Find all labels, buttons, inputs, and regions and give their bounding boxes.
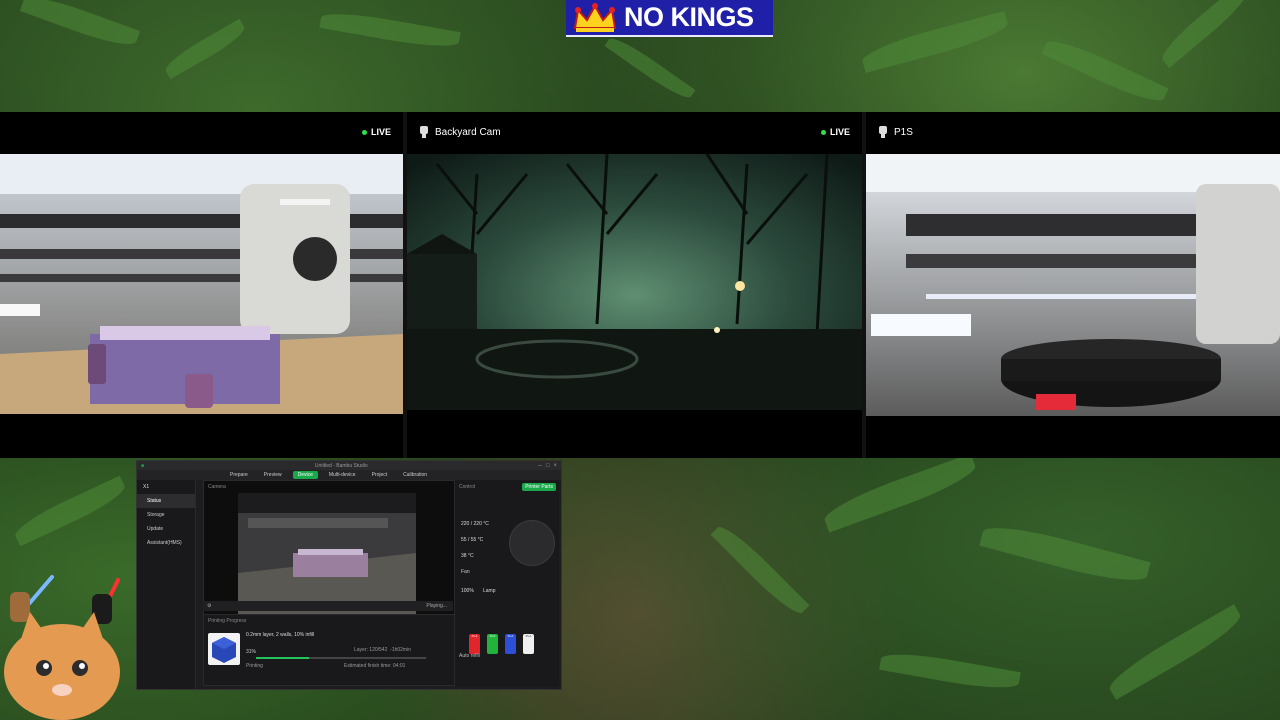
camera-panel-printer-left[interactable]: LIVE [0,112,403,458]
camera-header: P1S [866,112,1280,152]
device-selector[interactable]: X1 [137,480,195,494]
nozzle-temp[interactable]: 220 / 220 °C [461,521,489,527]
tab-prepare[interactable]: Prepare [225,471,253,479]
job-description: 0.2mm layer, 2 walls, 10% infill [246,632,315,638]
playback-status: Playing... [426,603,447,609]
control-panel: Control Printer Parts 220 / 220 °C 55 / … [454,480,559,687]
playback-bar: ⚙ Playing... [203,601,453,611]
camera-feed-printer [0,154,403,414]
ams-spool-3[interactable]: PLA [505,634,516,654]
tab-preview[interactable]: Preview [259,471,287,479]
fan-label: Fan [461,569,470,575]
ams-spool-2[interactable]: PLA [487,634,498,654]
sidebar-item-status[interactable]: Status [137,494,195,508]
progress-percent: 31% [246,649,257,655]
progress-title: Printing Progress [208,618,247,624]
model-thumbnail [208,633,240,665]
tab-project[interactable]: Project [367,471,393,479]
ams-spool-1[interactable]: PLA [469,634,480,654]
camera-header: LIVE [0,112,403,152]
camera-icon [879,126,887,138]
axis-jog-control[interactable] [509,520,555,566]
close-icon[interactable]: × [553,463,557,469]
live-indicator: LIVE [820,127,850,137]
camera-label: Camera [208,484,226,490]
printer-parts-button[interactable]: Printer Parts [522,483,556,491]
window-titlebar: ■ Untitled - Bambu Studio – □ × [137,461,561,470]
app-logo-icon: ■ [141,462,145,469]
bambu-studio-window: ■ Untitled - Bambu Studio – □ × Prepare … [136,460,562,690]
camera-header: Backyard Cam LIVE [407,112,862,152]
live-indicator: LIVE [361,127,391,137]
camera-strip: LIVE Backyard Cam LIVE P1S [0,112,1280,458]
chamber-temp: 38 °C [461,553,474,559]
sidebar-item-assistant[interactable]: Assistant(HMS) [137,536,195,550]
crown-icon [573,2,617,32]
camera-icon [420,126,428,138]
tab-calibration[interactable]: Calibration [398,471,432,479]
progress-bar-fill [256,657,309,659]
top-tab-bar: Prepare Preview Device Multi-device Proj… [137,470,561,480]
camera-name: P1S [894,126,913,138]
camera-feed-p1s [866,154,1280,416]
maximize-icon[interactable]: □ [546,463,550,469]
auto-refill-label[interactable]: Auto refill [459,653,480,659]
lamp-toggle[interactable]: Lamp [483,588,496,594]
camera-settings-icon[interactable]: ⚙ [207,603,211,609]
layer-counter: Layer: 120/542 -1h02min [354,647,411,653]
tab-device[interactable]: Device [292,471,318,479]
no-kings-banner: NO KINGS [566,0,773,37]
sidebar-item-update[interactable]: Update [137,522,195,536]
sidebar-item-storage[interactable]: Storage [137,508,195,522]
camera-name: Backyard Cam [435,126,501,138]
bed-temp[interactable]: 55 / 55 °C [461,537,483,543]
device-sidebar: X1 Status Storage Update Assistant(HMS) [137,480,196,689]
camera-feed-backyard [407,154,862,410]
live-dot-icon [820,129,826,135]
studio-camera-feed [238,493,416,615]
control-title: Control [459,484,476,490]
window-title: Untitled - Bambu Studio [314,462,368,469]
live-dot-icon [361,129,367,135]
progress-bar [256,657,426,659]
tab-multi-device[interactable]: Multi-device [324,471,361,479]
camera-panel-p1s[interactable]: P1S [866,112,1280,458]
printing-progress-panel: Printing Progress 0.2mm layer, 2 walls, … [203,614,455,686]
cat-overlay-image [4,575,120,720]
fan-speed[interactable]: 100% [461,588,474,594]
camera-panel-backyard[interactable]: Backyard Cam LIVE [407,112,862,458]
minimize-icon[interactable]: – [539,463,542,469]
banner-text: NO KINGS [624,2,754,32]
estimated-finish: Estimated finish time: 04:01 [344,663,406,669]
ams-spool-4[interactable]: PLA [523,634,534,654]
print-state: Printing [246,663,263,669]
